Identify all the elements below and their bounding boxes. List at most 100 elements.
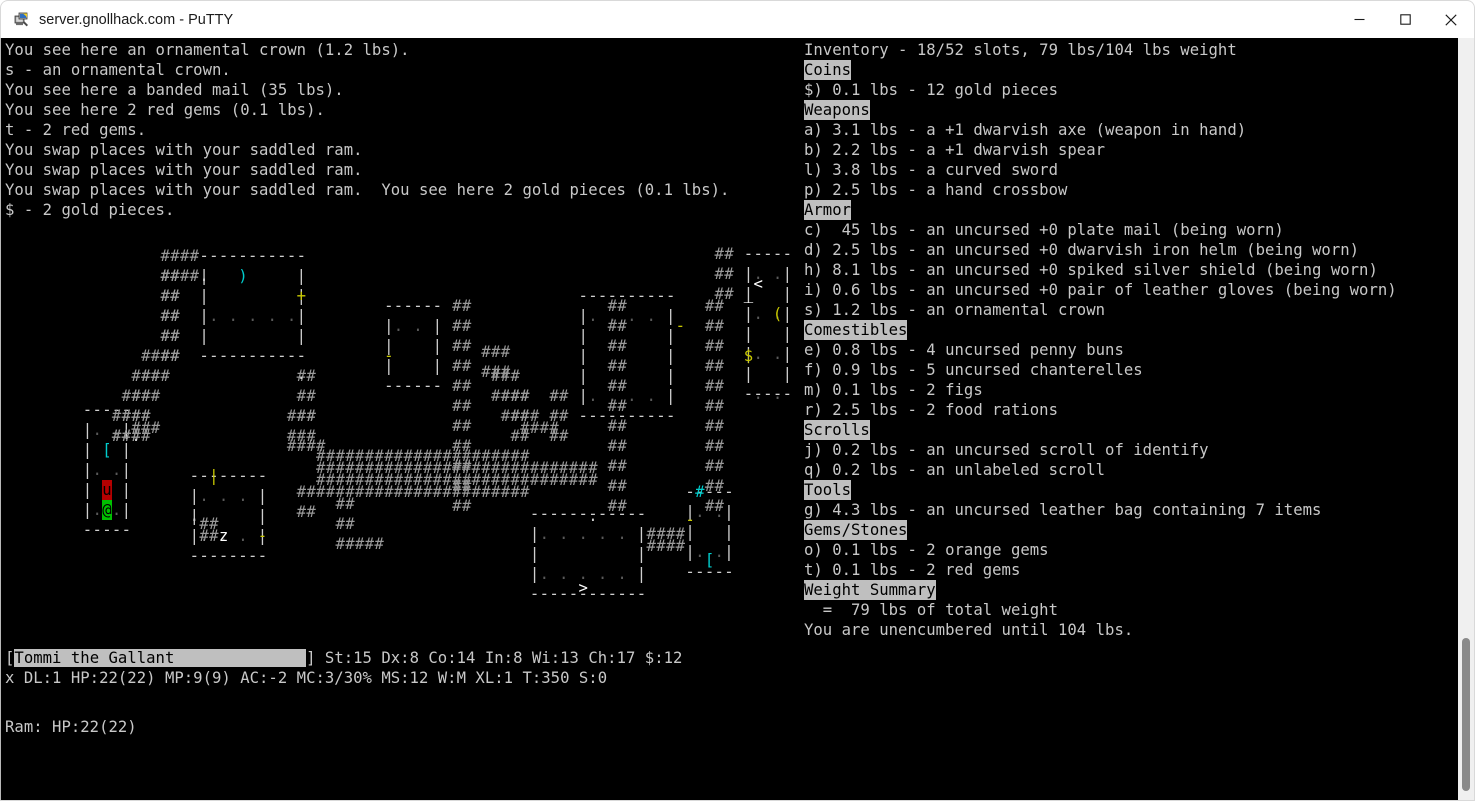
- title-bar[interactable]: server.gnollhack.com - PuTTY: [0, 0, 1475, 38]
- corridor: #: [608, 436, 617, 456]
- corridor: #: [335, 494, 344, 514]
- corridor: #: [170, 326, 179, 346]
- status-line-stats: x DL:1 HP:22(22) MP:9(9) AC:-2 MC:3/30% …: [5, 668, 607, 688]
- room-lower-left-wall: -: [190, 546, 199, 566]
- room-player-wall: |: [122, 460, 131, 480]
- corridor: #: [190, 266, 199, 286]
- corridor: #: [190, 246, 199, 266]
- room-player-floor: .: [92, 420, 101, 440]
- room-player-floor: .: [92, 460, 101, 480]
- close-button[interactable]: [1428, 1, 1474, 39]
- inventory-item: o) 0.1 lbs - 2 orange gems: [804, 540, 1049, 560]
- corridor: #: [578, 470, 587, 490]
- inventory-section-header: Weapons: [804, 100, 870, 120]
- maximize-button[interactable]: [1382, 1, 1428, 39]
- room-lower-left-wall: -: [199, 546, 208, 566]
- corridor: #: [608, 416, 617, 436]
- corridor: #: [170, 286, 179, 306]
- room-bottom-mid-wall: -: [530, 584, 539, 604]
- room-bottom-mid-floor: .: [540, 524, 549, 544]
- corridor: #: [617, 496, 626, 516]
- corridor: #: [462, 356, 471, 376]
- corridor: #: [462, 376, 471, 396]
- corridor: #: [666, 536, 675, 556]
- corridor: #: [705, 456, 714, 476]
- corridor: #: [520, 406, 529, 426]
- corridor: #: [297, 482, 306, 502]
- inventory-item: = 79 lbs of total weight: [804, 600, 1058, 620]
- room-lower-left-wall: -: [238, 466, 247, 486]
- room-far-right-wall: |: [744, 324, 753, 344]
- corridor: #: [617, 376, 626, 396]
- status-attributes: St:15 Dx:8 Co:14 In:8 Wi:13 Ch:17 $:12: [316, 649, 683, 667]
- corridor: #: [297, 436, 306, 456]
- corridor: #: [608, 376, 617, 396]
- corridor: #: [510, 366, 519, 386]
- room-upper-right-wall: -: [666, 406, 675, 426]
- inventory-item: e) 0.8 lbs - 4 uncursed penny buns: [804, 340, 1124, 360]
- room-topleft-wall: |: [199, 286, 208, 306]
- corridor: #: [297, 502, 306, 522]
- inventory-item: t) 0.1 lbs - 2 red gems: [804, 560, 1020, 580]
- corridor: #: [297, 386, 306, 406]
- terminal-screen[interactable]: You see here an ornamental crown (1.2 lb…: [0, 38, 1475, 801]
- message-line: You see here a banded mail (35 lbs).: [5, 80, 344, 100]
- corridor: #: [161, 266, 170, 286]
- room-lower-left-wall: -: [238, 546, 247, 566]
- room-upper-right-wall: -: [588, 406, 597, 426]
- room-bottom-mid-wall: -: [559, 504, 568, 524]
- room-upper-mid-wall: |: [433, 316, 442, 336]
- room-bottom-mid-wall: -: [540, 584, 549, 604]
- room-lower-left-floor: .: [219, 486, 228, 506]
- room-player-wall: |: [122, 480, 131, 500]
- corridor: #: [442, 482, 451, 502]
- room-player-wall: |: [83, 440, 92, 460]
- corridor: #: [345, 494, 354, 514]
- room-bottom-right-wall: |: [724, 522, 733, 542]
- room-upper-mid-wall: -: [394, 376, 403, 396]
- room-lower-left-wall: -: [190, 466, 199, 486]
- room-upper-right-floor: .: [647, 386, 656, 406]
- room-upper-mid-wall: -: [423, 376, 432, 396]
- room-far-right-wall: -: [783, 384, 792, 404]
- room-player-floor: .: [112, 500, 121, 520]
- corridor: #: [433, 482, 442, 502]
- corridor: #: [170, 306, 179, 326]
- corridor: #: [481, 482, 490, 502]
- terminal-content: You see here an ornamental crown (1.2 lb…: [2, 38, 1445, 801]
- room-upper-right-floor: .: [627, 386, 636, 406]
- room-far-right-wall: -: [763, 384, 772, 404]
- room-upper-right-wall: -: [656, 286, 665, 306]
- corridor: #: [715, 476, 724, 496]
- room-topleft-wall: -: [199, 246, 208, 266]
- corridor: #: [715, 436, 724, 456]
- corridor: #: [180, 266, 189, 286]
- corridor: #: [540, 470, 549, 490]
- room-bottom-mid-floor: .: [559, 564, 568, 584]
- minimize-button[interactable]: [1336, 1, 1382, 39]
- room-far-right-floor: .: [753, 304, 762, 324]
- room-lower-left-floor: .: [199, 486, 208, 506]
- corridor: #: [141, 346, 150, 366]
- corridor: #: [491, 386, 500, 406]
- inventory-section-header: Scrolls: [804, 420, 870, 440]
- status-bracket-close: ]: [306, 649, 315, 667]
- room-upper-mid-wall: -: [413, 296, 422, 316]
- corridor: #: [452, 316, 461, 336]
- room-upper-right-wall: -: [598, 406, 607, 426]
- room-far-right-wall: |: [744, 304, 753, 324]
- terminal-scrollbar[interactable]: [1458, 38, 1475, 801]
- room-topleft-floor: .: [229, 306, 238, 326]
- corridor: #: [335, 534, 344, 554]
- room-lower-left-wall: -: [199, 466, 208, 486]
- corridor: #: [122, 426, 131, 446]
- sink: #: [695, 482, 704, 502]
- corridor: #: [705, 476, 714, 496]
- scrollbar-thumb[interactable]: [1462, 638, 1470, 791]
- corridor: #: [365, 482, 374, 502]
- corridor: #: [608, 476, 617, 496]
- room-lower-left-wall: |: [258, 506, 267, 526]
- corridor: #: [161, 306, 170, 326]
- message-line: You swap places with your saddled ram.: [5, 140, 363, 160]
- corridor: #: [151, 346, 160, 366]
